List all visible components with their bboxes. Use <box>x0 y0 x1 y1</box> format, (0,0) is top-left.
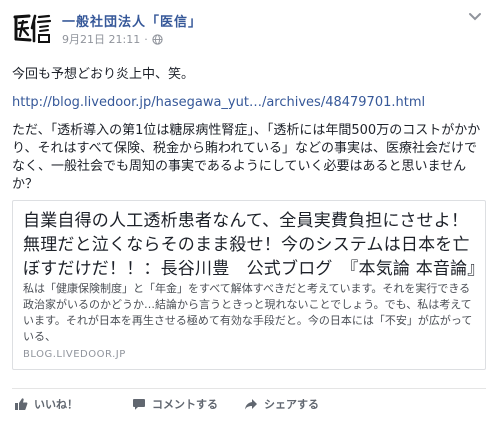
post-line-1: 今回も予想どおり炎上中、笑。 <box>12 67 195 82</box>
like-label: いいね！ <box>34 398 78 411</box>
page-avatar[interactable] <box>12 8 52 48</box>
calligraphy-logo <box>12 8 52 48</box>
like-button[interactable]: いいね！ <box>14 396 78 412</box>
thumbs-up-icon <box>15 398 28 410</box>
page-name[interactable]: 一般社団法人「医信」 <box>62 11 202 30</box>
post-meta: 9月21日 21:11 · <box>62 31 163 47</box>
share-button[interactable]: シェアする <box>244 396 319 412</box>
post-timestamp[interactable]: 9月21日 21:11 <box>62 31 140 47</box>
post-paragraph: ただ、「透析導入の第1位は糖尿病性腎症」、「透析には年間500万のコストがかかり… <box>12 123 481 192</box>
comment-button[interactable]: コメントする <box>132 396 218 412</box>
link-card-description: 私は「健康保険制度」と「年金」をすべて解体すべきだと考えています。それを実行でき… <box>23 282 473 343</box>
link-card-title[interactable]: 自業自得の人工透析患者なんて、全員実費負担にさせよ！無理だと泣くならそのまま殺せ… <box>23 209 484 281</box>
link-preview-card[interactable]: 自業自得の人工透析患者なんて、全員実費負担にさせよ！無理だと泣くならそのまま殺せ… <box>12 200 486 370</box>
chevron-down-icon[interactable] <box>468 12 482 22</box>
post-body: 今回も予想どおり炎上中、笑。 http://blog.livedoor.jp/h… <box>12 66 490 204</box>
globe-icon[interactable] <box>152 33 163 45</box>
post-link[interactable]: http://blog.livedoor.jp/hasegawa_yut…/ar… <box>12 95 425 110</box>
link-card-domain: BLOG.LIVEDOOR.JP <box>23 349 126 360</box>
post-header: 一般社団法人「医信」 9月21日 21:11 · <box>12 8 486 48</box>
actions-divider <box>12 388 486 389</box>
meta-separator: · <box>144 32 148 46</box>
comment-label: コメントする <box>152 398 218 411</box>
post-actions: いいね！ コメントする シェアする <box>12 394 486 414</box>
share-label: シェアする <box>264 398 319 411</box>
share-icon <box>245 399 257 410</box>
comment-icon <box>133 399 145 410</box>
facebook-post: 一般社団法人「医信」 9月21日 21:11 · 今回も予想どおり炎上中、笑。 … <box>0 0 498 421</box>
